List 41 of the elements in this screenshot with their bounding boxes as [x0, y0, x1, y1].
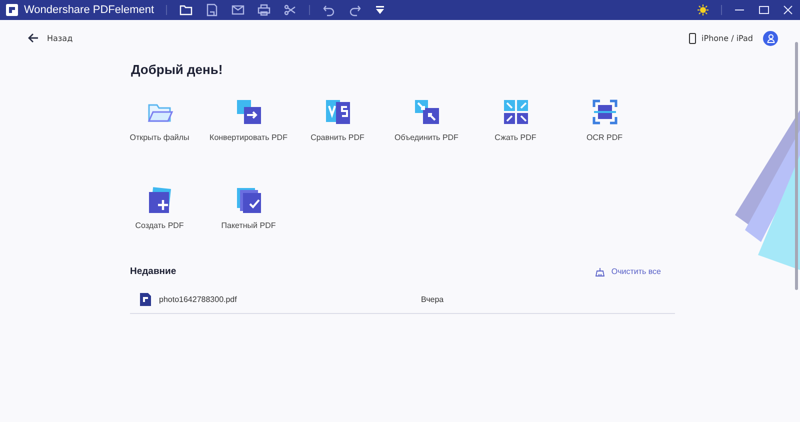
app-logo-icon	[6, 4, 18, 16]
folder-icon[interactable]	[179, 3, 194, 17]
window-title: Wondershare PDFelement	[24, 4, 154, 16]
broom-icon	[595, 266, 606, 276]
dropdown-icon[interactable]	[374, 4, 386, 16]
recent-file-row[interactable]: photo1642788300.pdf Вчера	[130, 286, 675, 314]
compress-icon	[502, 98, 530, 126]
tool-button[interactable]: Сжать PDF	[471, 98, 560, 164]
stacked-pages-icon	[234, 186, 262, 214]
print-icon[interactable]	[257, 3, 272, 17]
back-arrow-icon	[28, 33, 39, 43]
convert-icon	[234, 98, 262, 126]
scrollbar[interactable]	[795, 42, 798, 290]
redo-icon[interactable]	[348, 3, 362, 17]
file-name: photo1642788300.pdf	[159, 295, 238, 304]
save-icon[interactable]	[205, 3, 220, 17]
scan-icon	[590, 98, 618, 126]
tool-button[interactable]: Конвертировать PDF	[204, 98, 293, 164]
merge-icon	[412, 98, 440, 126]
tool-button[interactable]: Сравнить PDF	[293, 98, 382, 164]
greeting-heading: Добрый день!	[131, 62, 224, 77]
tool-button[interactable]: Объединить PDF	[382, 98, 471, 164]
tool-button[interactable]: OCR PDF	[560, 98, 649, 164]
back-link[interactable]: Назад	[28, 33, 73, 43]
close-icon[interactable]	[782, 4, 794, 16]
section-heading: Недавние	[130, 266, 176, 277]
file-icon	[140, 293, 151, 306]
clear-all-button[interactable]: Очистить все	[595, 266, 675, 276]
tool-button[interactable]: Создать PDF	[115, 186, 204, 252]
tool-button[interactable]: Пакетный PDF	[204, 186, 293, 252]
versus-icon	[324, 98, 352, 126]
phone-icon	[688, 32, 696, 44]
device-link[interactable]: iPhone / iPad	[702, 34, 753, 42]
user-avatar[interactable]	[763, 30, 778, 46]
file-date: Вчера	[421, 295, 444, 304]
mail-icon[interactable]	[231, 3, 246, 17]
undo-icon[interactable]	[322, 3, 336, 17]
maximize-icon[interactable]	[758, 4, 770, 16]
sun-icon[interactable]	[697, 4, 709, 16]
tool-button[interactable]: Открыть файлы	[115, 98, 204, 164]
scissors-icon[interactable]	[283, 3, 298, 17]
